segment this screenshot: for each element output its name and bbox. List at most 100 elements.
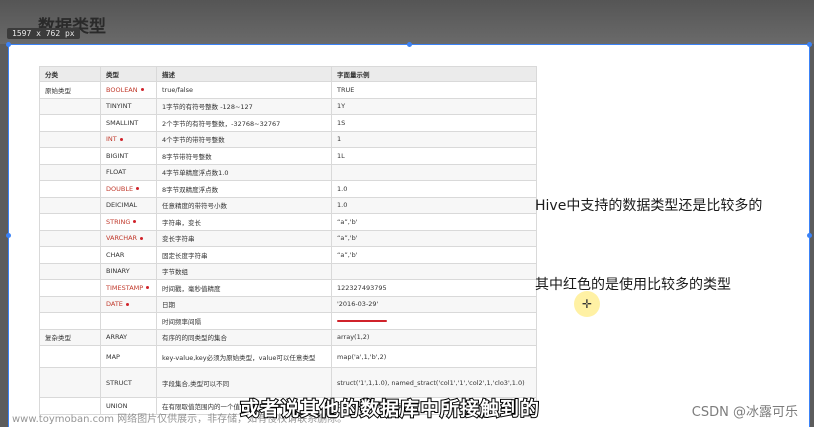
- table-row: MAP key-value,key必须为原始类型，value可以任意类型 map('…: [39, 345, 537, 368]
- cell-type: FLOAT: [100, 163, 157, 181]
- cell-description: key-value,key必须为原始类型，value可以任意类型: [156, 345, 332, 368]
- table-row: FLOAT 4字节单精度浮点数1.0: [39, 163, 537, 181]
- resize-handle-top-right[interactable]: [807, 42, 812, 47]
- cell-example: 1.0: [331, 180, 537, 198]
- cell-example: 1: [331, 130, 537, 148]
- cell-category: [39, 246, 101, 264]
- data-type-table-wrap: 分类 类型 描述 字面量示例 原始类型 BOOLEAN true/false TRUE…: [39, 66, 537, 415]
- cell-example: 122327493795: [331, 279, 537, 297]
- cell-type: BIGINT: [100, 147, 157, 165]
- cell-type: BINARY: [100, 262, 157, 280]
- red-marker-icon: [140, 236, 144, 240]
- cell-type: CHAR: [100, 246, 157, 264]
- cell-example: map('a',1,'b',2): [331, 345, 537, 368]
- data-type-table: 分类 类型 描述 字面量示例 原始类型 BOOLEAN true/false TRUE…: [39, 66, 537, 415]
- cell-description: 4个字节的带符号整数: [156, 130, 332, 148]
- cell-type: DEICIMAL: [100, 196, 157, 214]
- red-marker-icon: [119, 137, 123, 141]
- cell-type: TINYINT: [100, 97, 157, 115]
- video-subtitle: 或者说其他的数据库中所接触到的: [239, 397, 541, 421]
- cell-example: “a”,'b': [331, 229, 537, 247]
- resize-handle-top[interactable]: [407, 42, 412, 47]
- annotation-text-1: Hive中支持的数据类型还是比较多的: [535, 198, 763, 214]
- table-row: 复杂类型 ARRAY 有序的的同类型的集合 array(1,2): [39, 328, 537, 346]
- cell-description: 时间频率间隔: [156, 312, 332, 330]
- cell-description: 日期: [156, 295, 332, 313]
- cell-example: [331, 262, 537, 280]
- cell-description: 4字节单精度浮点数1.0: [156, 163, 332, 181]
- cell-type: SMALLINT: [100, 114, 157, 132]
- cell-example: 1Y: [331, 97, 537, 115]
- cell-example: TRUE: [331, 81, 537, 99]
- cell-description: 2个字节的有符号整数，-32768~32767: [156, 114, 332, 132]
- cell-category: [39, 312, 101, 330]
- cell-category: [39, 345, 101, 368]
- red-marker-icon: [136, 187, 140, 191]
- cell-type: ARRAY: [100, 328, 157, 346]
- red-marker-icon: [133, 220, 137, 224]
- size-badge: 1597 x 762 px: [7, 28, 80, 39]
- table-row: BIGINT 8字节带符号整数 1L: [39, 147, 537, 165]
- cell-description: 字节数组: [156, 262, 332, 280]
- cell-category: [39, 147, 101, 165]
- cell-example: “a”,'b': [331, 246, 537, 264]
- resize-handle-top-left[interactable]: [6, 42, 11, 47]
- cell-example: [331, 163, 537, 181]
- resize-handle-left[interactable]: [6, 233, 11, 238]
- cell-category: 复杂类型: [39, 328, 101, 346]
- cell-category: [39, 213, 101, 231]
- cell-type: DATE: [100, 295, 157, 313]
- table-row: TIMESTAMP 时间戳，毫秒值精度 122327493795: [39, 279, 537, 297]
- cell-example: struct('1',1,1.0), named_stract('col1','…: [331, 367, 537, 398]
- header-description: 描述: [156, 66, 332, 82]
- cell-type: [100, 312, 157, 330]
- cell-category: [39, 279, 101, 297]
- table-row: BINARY 字节数组: [39, 262, 537, 280]
- table-row: DATE 日期 '2016-03-29': [39, 295, 537, 313]
- cell-type: STRING: [100, 213, 157, 231]
- cell-description: 固定长度字符串: [156, 246, 332, 264]
- header-category: 分类: [39, 66, 101, 82]
- resize-handle-right[interactable]: [807, 233, 812, 238]
- cell-category: [39, 163, 101, 181]
- cell-category: [39, 295, 101, 313]
- cell-type: BOOLEAN: [100, 81, 157, 99]
- cell-category: [39, 367, 101, 398]
- cell-example: '2016-03-29': [331, 295, 537, 313]
- cell-example: 1S: [331, 114, 537, 132]
- cell-category: [39, 130, 101, 148]
- table-row: VARCHAR 变长字符串 “a”,'b': [39, 229, 537, 247]
- cell-example: 1L: [331, 147, 537, 165]
- cell-description: 变长字符串: [156, 229, 332, 247]
- cell-description: 1字节的有符号整数 -128~127: [156, 97, 332, 115]
- cursor-highlight: ✛: [574, 291, 600, 317]
- cell-category: [39, 180, 101, 198]
- date-underline-annotation: [337, 320, 387, 322]
- table-row: INT 4个字节的带符号整数 1: [39, 130, 537, 148]
- cell-description: 8字节带符号整数: [156, 147, 332, 165]
- annotation-text-2: 其中红色的是使用比较多的类型: [535, 277, 731, 293]
- cell-description: true/false: [156, 81, 332, 99]
- red-marker-icon: [140, 88, 144, 92]
- cell-type: INT: [100, 130, 157, 148]
- cell-description: 有序的的同类型的集合: [156, 328, 332, 346]
- cell-type: DOUBLE: [100, 180, 157, 198]
- cell-type: STRUCT: [100, 367, 157, 398]
- crosshair-cursor-icon: ✛: [581, 297, 593, 311]
- header-type: 类型: [100, 66, 157, 82]
- cell-description: 时间戳，毫秒值精度: [156, 279, 332, 297]
- red-marker-icon: [125, 302, 129, 306]
- cell-category: 原始类型: [39, 81, 101, 99]
- cell-example: 1.0: [331, 196, 537, 214]
- cell-description: 字段集合,类型可以不同: [156, 367, 332, 398]
- cell-category: [39, 196, 101, 214]
- cell-description: 任意精度的带符号小数: [156, 196, 332, 214]
- table-row: TINYINT 1字节的有符号整数 -128~127 1Y: [39, 97, 537, 115]
- red-marker-icon: [146, 286, 150, 290]
- cell-type: MAP: [100, 345, 157, 368]
- top-strip: [0, 0, 814, 44]
- table-row: DEICIMAL 任意精度的带符号小数 1.0: [39, 196, 537, 214]
- slide-canvas[interactable]: 分类 类型 描述 字面量示例 原始类型 BOOLEAN true/false TRUE…: [6, 42, 812, 427]
- cell-category: [39, 262, 101, 280]
- cell-example: array(1,2): [331, 328, 537, 346]
